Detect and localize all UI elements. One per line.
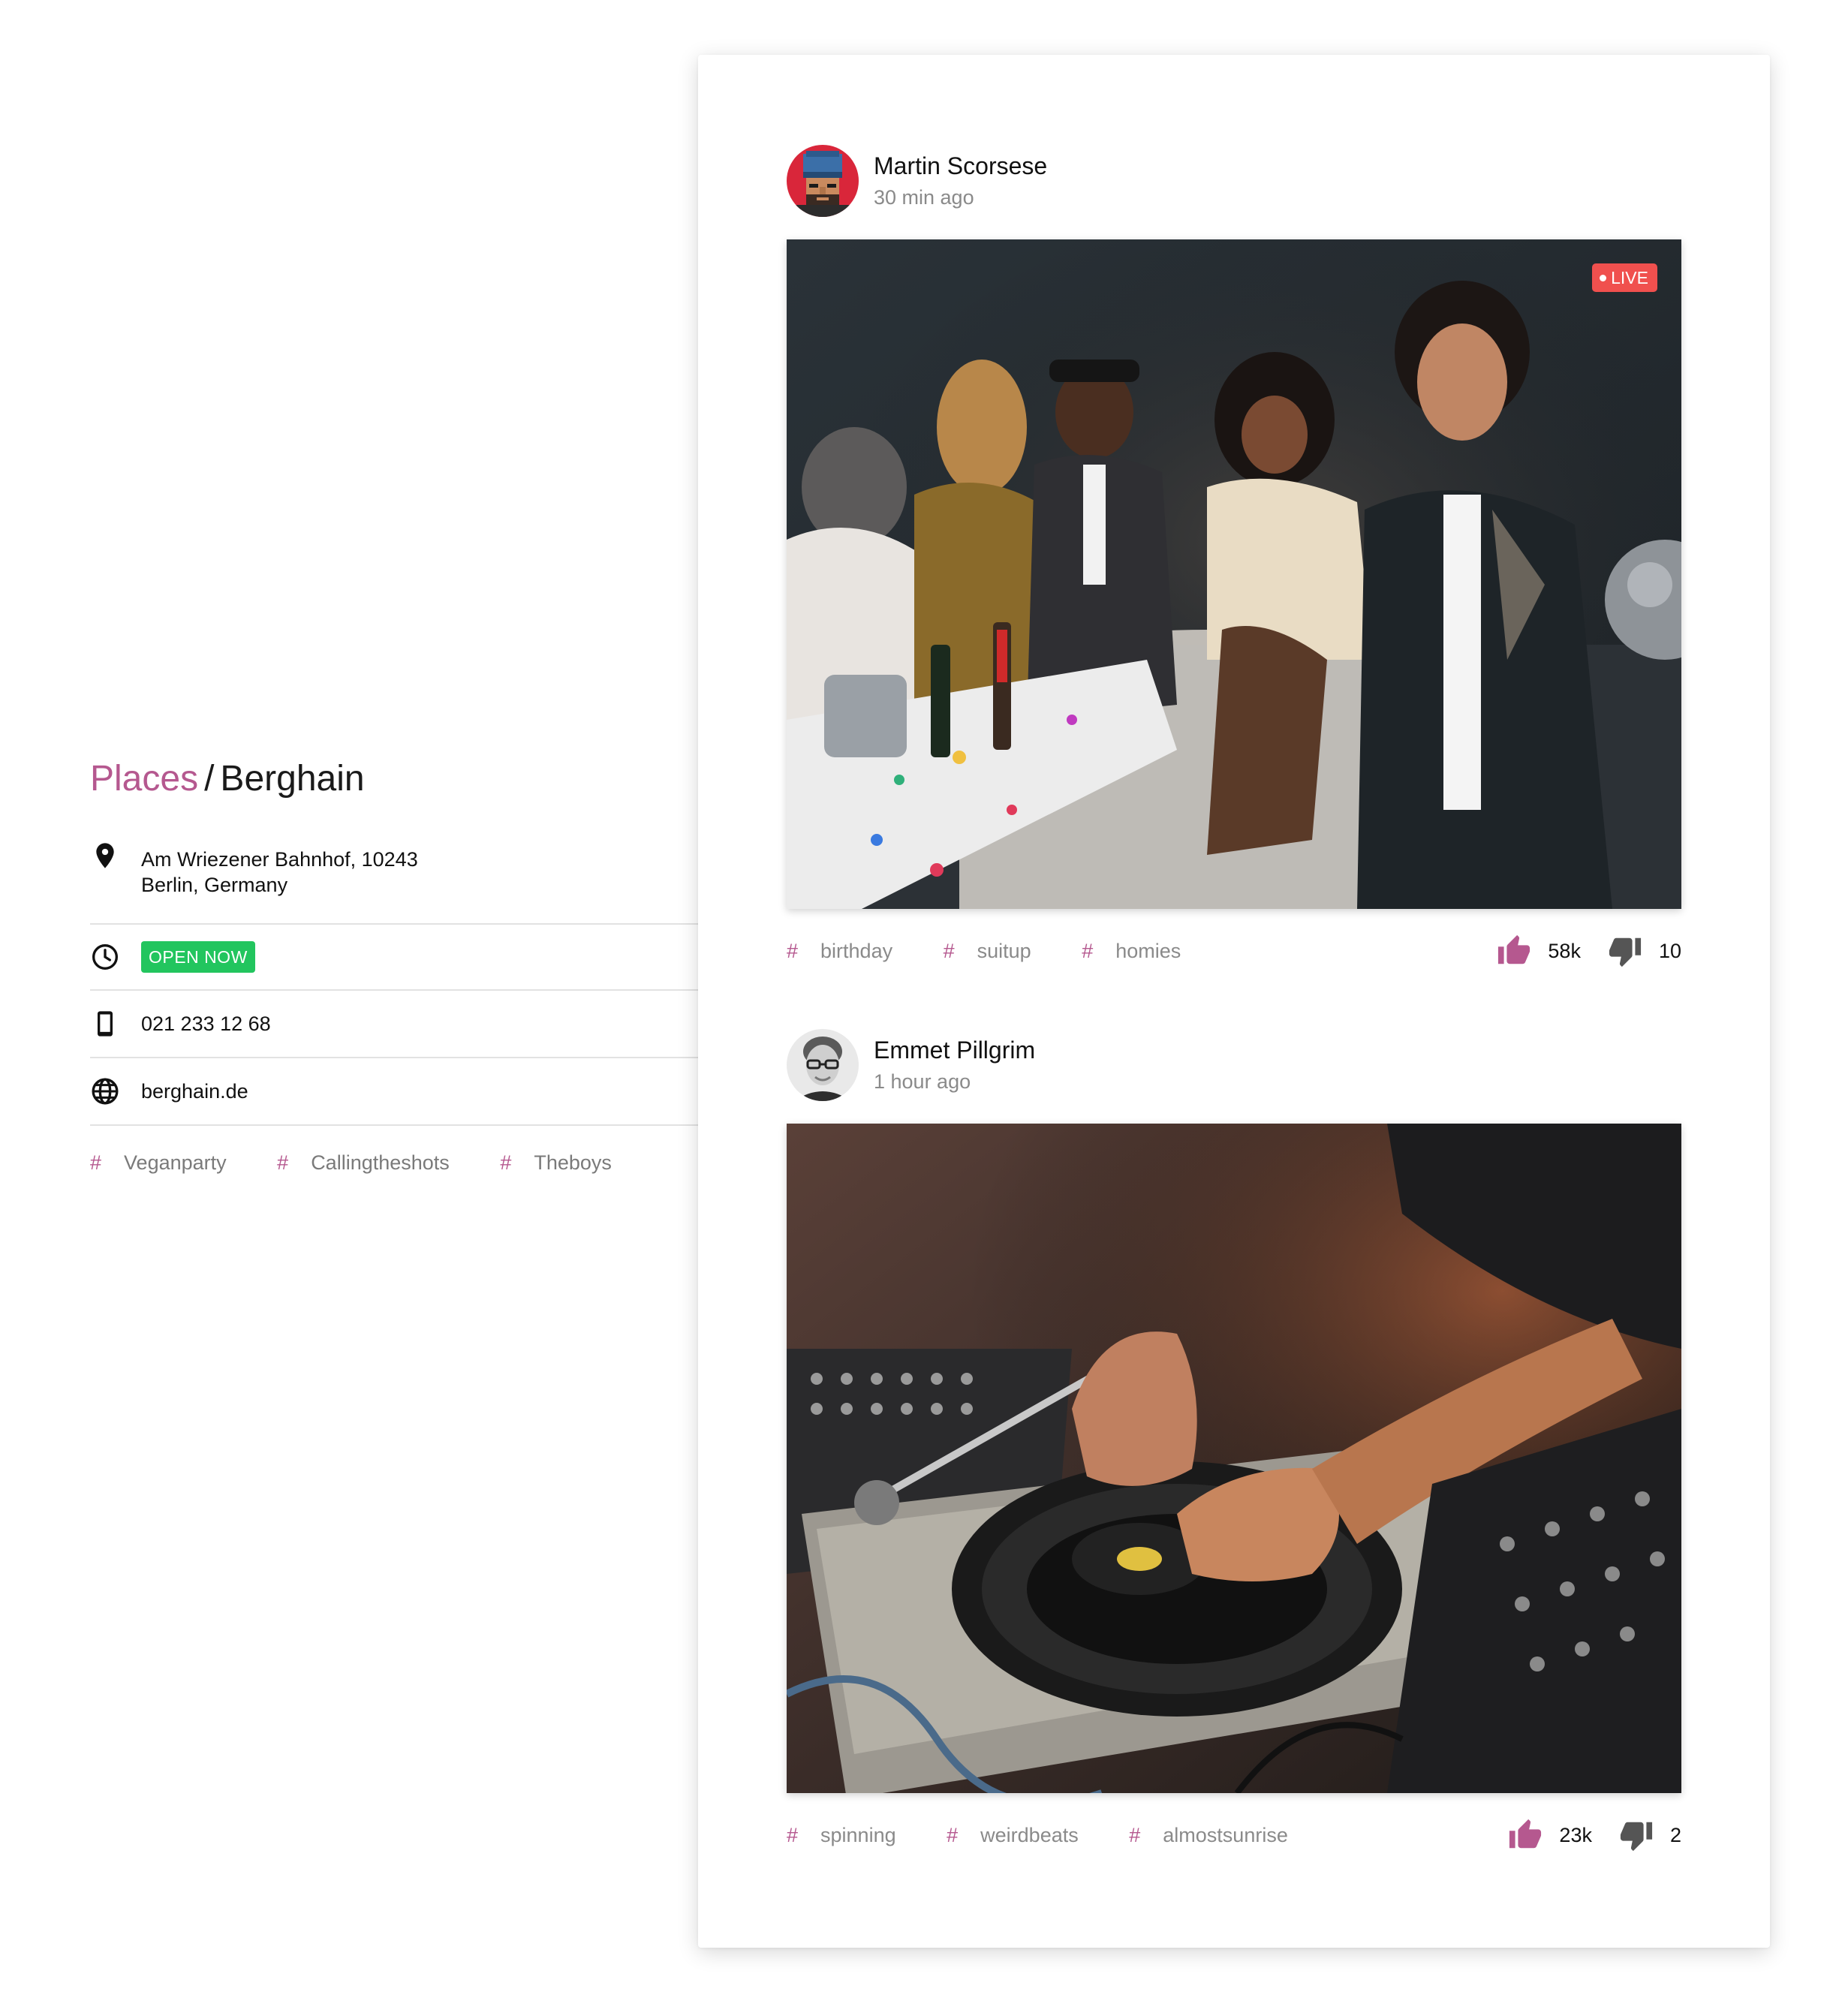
- avatar[interactable]: [787, 145, 859, 217]
- website-row: berghain.de: [90, 1058, 698, 1126]
- page: Places / Berghain Am Wriezener Bahnhof, 10…: [0, 0, 1839, 2016]
- thumbs-down-icon: [1609, 937, 1642, 967]
- breadcrumb-separator: /: [204, 759, 215, 799]
- post-photo[interactable]: LIVE: [787, 239, 1681, 909]
- dislike-button[interactable]: 2: [1619, 1818, 1681, 1852]
- place-tags: # Veganparty # Callingtheshots # Theboys: [90, 1151, 698, 1175]
- post-author[interactable]: Emmet Pillgrim: [874, 1035, 1035, 1065]
- like-button[interactable]: 58k: [1497, 934, 1581, 968]
- like-button[interactable]: 23k: [1508, 1818, 1592, 1852]
- place-tag[interactable]: # Callingtheshots: [277, 1151, 472, 1174]
- post-header: Emmet Pillgrim 1 hour ago: [787, 1029, 1681, 1101]
- post-tag[interactable]: # spinning: [787, 1824, 919, 1846]
- location-pin-icon: [90, 841, 120, 871]
- dislike-count: 10: [1658, 939, 1681, 962]
- avatar[interactable]: [787, 1029, 859, 1101]
- reactions: 23k 2: [1508, 1818, 1681, 1852]
- live-dot-icon: [1600, 274, 1607, 281]
- post-tags: # birthday # suitup # homies: [787, 940, 1226, 963]
- post-photo[interactable]: [787, 1124, 1681, 1793]
- clock-icon: [90, 942, 120, 972]
- hours-row: OPEN NOW: [90, 925, 698, 991]
- website-link[interactable]: berghain.de: [141, 1079, 248, 1104]
- open-now-badge: OPEN NOW: [141, 941, 255, 973]
- thumbs-up-icon: [1498, 934, 1530, 964]
- thumbs-down-icon: [1620, 1822, 1653, 1852]
- dislike-count: 2: [1669, 1823, 1681, 1846]
- place-tag[interactable]: # Theboys: [500, 1151, 634, 1174]
- phone-number[interactable]: 021 233 12 68: [141, 1011, 271, 1037]
- phone-icon: [90, 1009, 120, 1039]
- post-tag[interactable]: # almostsunrise: [1129, 1824, 1311, 1846]
- live-label: LIVE: [1611, 268, 1648, 287]
- globe-icon: [90, 1076, 120, 1106]
- breadcrumb-places-link[interactable]: Places: [90, 759, 198, 799]
- address-row: Am Wriezener Bahnhof, 10243 Berlin, Germ…: [90, 836, 698, 925]
- post-tag[interactable]: # suitup: [944, 940, 1054, 962]
- place-tag[interactable]: # Veganparty: [90, 1151, 249, 1174]
- feed-post: Emmet Pillgrim 1 hour ago # spinning # w…: [787, 1029, 1681, 1858]
- thumbs-up-icon: [1509, 1819, 1542, 1849]
- post-time: 1 hour ago: [874, 1070, 971, 1093]
- feed-post: Martin Scorsese 30 min ago LIVE # birthd…: [787, 145, 1681, 973]
- post-header: Martin Scorsese 30 min ago: [787, 145, 1681, 217]
- dislike-button[interactable]: 10: [1608, 934, 1681, 968]
- address-text: Am Wriezener Bahnhof, 10243 Berlin, Germ…: [141, 847, 418, 898]
- breadcrumb: Places / Berghain: [90, 758, 698, 800]
- phone-row: 021 233 12 68: [90, 991, 698, 1058]
- reactions: 58k 10: [1497, 934, 1681, 968]
- post-footer: # spinning # weirdbeats # almostsunrise 23k…: [787, 1813, 1681, 1858]
- like-count: 23k: [1559, 1823, 1592, 1846]
- live-badge: LIVE: [1592, 263, 1657, 292]
- post-tags: # spinning # weirdbeats # almostsunrise: [787, 1824, 1333, 1847]
- post-author[interactable]: Martin Scorsese: [874, 151, 1047, 181]
- post-meta: Martin Scorsese 30 min ago: [874, 151, 1047, 211]
- post-tag[interactable]: # birthday: [787, 940, 915, 962]
- like-count: 58k: [1548, 939, 1581, 962]
- feed-card: Martin Scorsese 30 min ago LIVE # birthd…: [698, 55, 1770, 1948]
- address-line-1: Am Wriezener Bahnhof, 10243: [141, 848, 418, 871]
- post-meta: Emmet Pillgrim 1 hour ago: [874, 1035, 1035, 1095]
- post-time: 30 min ago: [874, 186, 974, 209]
- address-line-2: Berlin, Germany: [141, 874, 288, 896]
- post-footer: # birthday # suitup # homies 58k 10: [787, 928, 1681, 973]
- breadcrumb-current: Berghain: [220, 759, 365, 799]
- post-tag[interactable]: # weirdbeats: [947, 1824, 1101, 1846]
- place-details: Places / Berghain Am Wriezener Bahnhof, 10…: [90, 758, 698, 1175]
- post-tag[interactable]: # homies: [1082, 940, 1203, 962]
